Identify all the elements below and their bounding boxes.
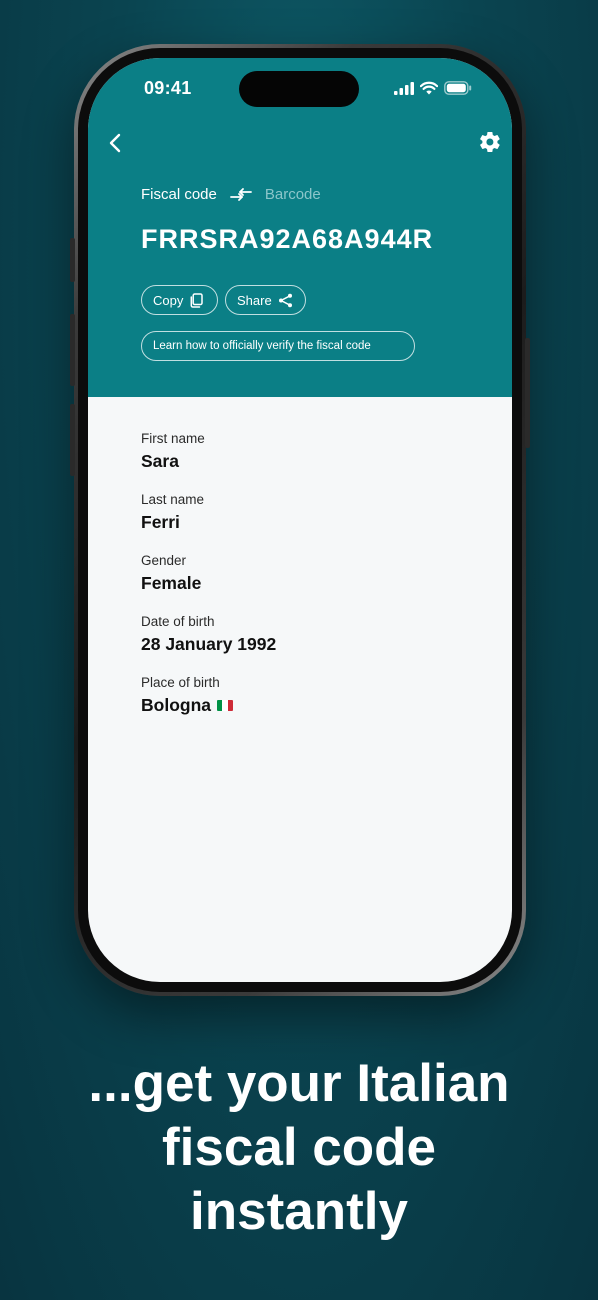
field-value: Ferri [141,509,276,535]
phone-side-button [70,238,75,282]
settings-button[interactable] [478,130,502,154]
first-name-value: Sara [141,451,179,471]
tab-barcode[interactable]: Barcode [265,186,321,203]
phone-screen: 09:41 Fiscal code Barcode FRRSRA92A68A94… [88,58,512,982]
code-type-switcher: Fiscal code Barcode [141,186,321,203]
phone-frame: 09:41 Fiscal code Barcode FRRSRA92A68A94… [70,44,530,996]
share-button-label: Share [237,292,272,308]
status-bar: 09:41 [88,58,512,118]
phone-side-button [525,338,530,448]
wifi-icon [420,81,438,95]
caption-line: ...get your Italian [88,1054,510,1113]
copy-icon [190,292,204,308]
gear-icon [480,131,500,153]
cellular-signal-icon [394,81,414,95]
status-time: 09:41 [144,78,192,98]
verify-fiscal-code-link[interactable]: Learn how to officially verify the fisca… [141,331,415,361]
field-date-of-birth: Date of birth 28 January 1992 [141,613,276,674]
swap-arrows-icon[interactable] [229,187,253,203]
fiscal-code-header: 09:41 Fiscal code Barcode FRRSRA92A68A94… [88,58,512,397]
back-button[interactable] [104,131,128,155]
place-of-birth-value: Bologna [141,695,211,715]
field-label: Gender [141,553,187,568]
dynamic-island [239,71,359,107]
phone-side-button [70,314,75,386]
field-label: First name [141,431,205,446]
fiscal-code-value: FRRSRA92A68A944R [141,224,434,254]
field-last-name: Last name Ferri [141,491,276,552]
chevron-left-icon [109,133,121,153]
share-button[interactable]: Share [225,285,306,315]
italy-flag-icon [217,699,233,711]
verify-link-label: Learn how to officially verify the fisca… [153,340,371,352]
field-label: Place of birth [141,675,220,690]
last-name-value: Ferri [141,512,180,532]
gender-value: Female [141,573,202,593]
caption-line: fiscal code [162,1118,436,1177]
field-value: Female [141,570,276,596]
promo-caption: ...get your Italian fiscal code instantl… [0,1052,598,1244]
field-value: Sara [141,448,276,474]
tab-fiscal-code[interactable]: Fiscal code [141,186,217,203]
copy-button[interactable]: Copy [141,285,218,315]
field-label: Last name [141,492,205,507]
field-place-of-birth: Place of birth Bologna [141,674,276,735]
field-first-name: First name Sara [141,430,276,491]
personal-details: First name Sara Last name Ferri Gender F… [141,430,276,735]
field-value: 28 January 1992 [141,631,276,657]
copy-button-label: Copy [153,292,184,308]
share-icon [278,293,292,307]
phone-side-button [70,404,75,476]
caption-line: instantly [190,1182,408,1241]
field-label: Date of birth [141,614,215,629]
field-value: Bologna [141,692,276,718]
field-gender: Gender Female [141,552,276,613]
battery-icon [444,81,472,95]
date-of-birth-value: 28 January 1992 [141,634,277,654]
status-icons [394,80,472,96]
